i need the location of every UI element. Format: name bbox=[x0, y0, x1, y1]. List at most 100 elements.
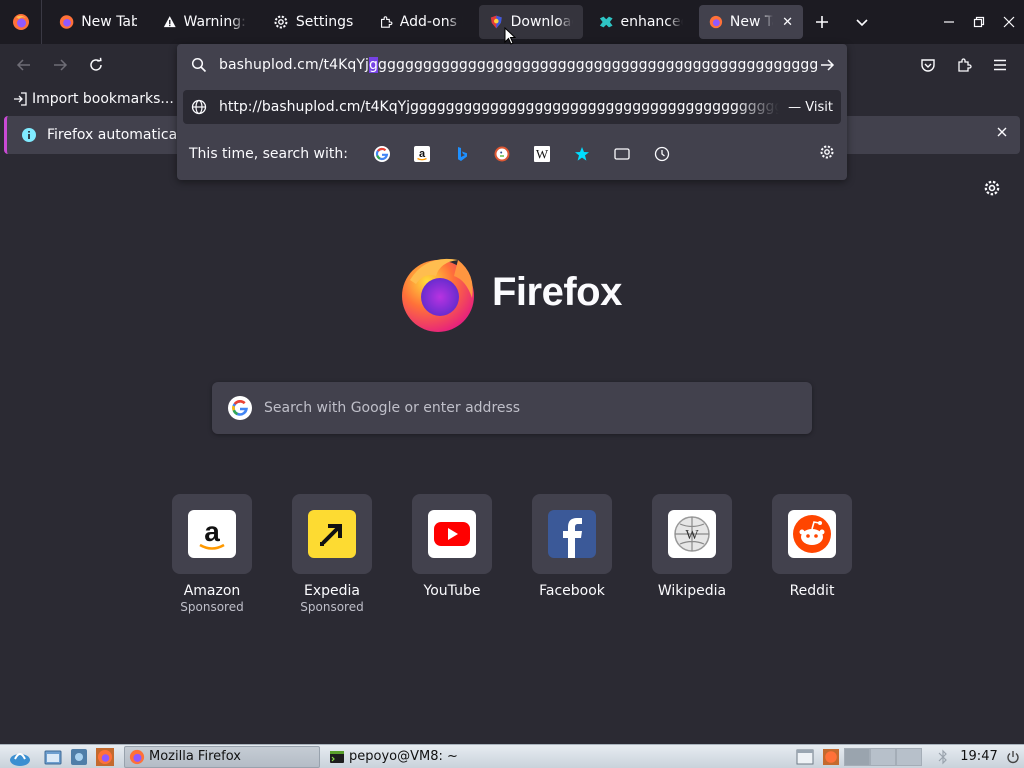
engine-wikipedia-button[interactable]: W bbox=[522, 141, 562, 167]
arrow-right-icon bbox=[821, 59, 835, 71]
forward-button[interactable] bbox=[44, 49, 76, 81]
gear-icon bbox=[274, 15, 288, 29]
firefox-icon bbox=[129, 749, 145, 764]
url-suggestion-row[interactable]: http://bashuplod.cm/t4KqYjgggggggggggggg… bbox=[183, 90, 841, 124]
top-site-wikipedia[interactable]: W Wikipedia bbox=[652, 494, 732, 614]
extensions-button[interactable] bbox=[948, 49, 980, 81]
engine-google-button[interactable] bbox=[362, 141, 402, 167]
file-manager-launcher[interactable] bbox=[40, 745, 66, 768]
tile-title: Facebook bbox=[539, 583, 605, 599]
firefox-view-button[interactable] bbox=[0, 0, 42, 44]
start-menu-button[interactable] bbox=[0, 745, 40, 768]
workspace-1[interactable] bbox=[844, 747, 870, 766]
forward-arrow-icon bbox=[54, 59, 68, 71]
network-icon bbox=[71, 748, 87, 765]
tab-downloads[interactable]: Downloac bbox=[479, 5, 583, 39]
task-firefox[interactable]: Mozilla Firefox bbox=[124, 745, 320, 768]
import-bookmarks-button[interactable]: Import bookmarks... bbox=[12, 91, 174, 107]
list-all-tabs-button[interactable] bbox=[846, 6, 878, 38]
restore-button[interactable] bbox=[964, 0, 994, 44]
info-icon bbox=[22, 128, 36, 142]
firefox-icon bbox=[823, 748, 839, 765]
tab-new-tab[interactable]: New Tab bbox=[49, 5, 147, 39]
workspace-3[interactable] bbox=[896, 747, 922, 766]
tile-box bbox=[292, 494, 372, 574]
top-site-facebook[interactable]: Facebook bbox=[532, 494, 612, 614]
tile-box: W bbox=[652, 494, 732, 574]
puzzle-icon bbox=[958, 58, 972, 72]
duckduckgo-icon bbox=[494, 146, 510, 162]
top-site-reddit[interactable]: Reddit bbox=[772, 494, 852, 614]
import-bookmarks-label: Import bookmarks... bbox=[32, 91, 174, 107]
system-tray: 19:47 bbox=[792, 745, 1024, 768]
wikipedia-icon: W bbox=[533, 146, 550, 162]
svg-text:a: a bbox=[204, 516, 220, 547]
window-controls bbox=[934, 0, 1024, 44]
url-input[interactable]: bashuplod.cm/t4KqYjggggggggggggggggggggg… bbox=[183, 48, 841, 82]
url-text-before: bashuplod.cm/t4KqYj bbox=[219, 57, 370, 73]
search-engines: a W bbox=[362, 141, 682, 167]
amazon-icon: a bbox=[413, 146, 430, 162]
new-tab-button[interactable] bbox=[806, 6, 838, 38]
tile-box bbox=[772, 494, 852, 574]
firefox-icon bbox=[709, 15, 723, 29]
back-button[interactable] bbox=[8, 49, 40, 81]
plus-icon bbox=[816, 16, 828, 28]
engine-amazon-button[interactable]: a bbox=[402, 141, 442, 167]
reload-icon bbox=[90, 57, 102, 71]
tile-sponsored-label: Sponsored bbox=[300, 600, 364, 614]
clock[interactable]: 19:47 bbox=[956, 749, 1002, 764]
newtab-settings-button[interactable] bbox=[983, 179, 1001, 197]
engine-bookmarks-button[interactable] bbox=[562, 141, 602, 167]
tray-firefox[interactable] bbox=[818, 745, 844, 768]
engine-history-button[interactable] bbox=[642, 141, 682, 167]
notification-close-button[interactable] bbox=[996, 126, 1008, 138]
search-icon bbox=[191, 57, 207, 73]
engine-bing-button[interactable] bbox=[442, 141, 482, 167]
svg-text:a: a bbox=[419, 148, 426, 160]
tab-settings[interactable]: Settings bbox=[263, 5, 363, 39]
task-terminal[interactable]: pepoyo@VM8: ~ bbox=[324, 746, 520, 768]
chevron-down-icon bbox=[856, 19, 868, 27]
go-button[interactable] bbox=[819, 57, 835, 73]
google-icon bbox=[373, 146, 390, 162]
reload-button[interactable] bbox=[80, 49, 112, 81]
pocket-button[interactable] bbox=[912, 49, 944, 81]
workspace-pager[interactable] bbox=[844, 747, 922, 766]
engine-tabs-button[interactable] bbox=[602, 141, 642, 167]
search-settings-button[interactable] bbox=[819, 144, 835, 160]
one-off-search-row: This time, search with: a W bbox=[189, 141, 835, 167]
top-site-expedia[interactable]: Expedia Sponsored bbox=[292, 494, 372, 614]
tab-new-tab-active[interactable]: New Ta ✕ bbox=[699, 5, 803, 39]
firefox-launcher[interactable] bbox=[92, 745, 118, 768]
close-window-button[interactable] bbox=[994, 0, 1024, 44]
newtab-search-input[interactable]: Search with Google or enter address bbox=[212, 382, 812, 434]
pocket-icon bbox=[921, 59, 935, 72]
globe-icon bbox=[191, 99, 207, 115]
task-label: pepoyo@VM8: ~ bbox=[349, 749, 458, 764]
minimize-button[interactable] bbox=[934, 0, 964, 44]
tile-box: a bbox=[172, 494, 252, 574]
tab-label: enhanced bbox=[620, 14, 683, 30]
bluetooth-tray[interactable] bbox=[930, 745, 956, 768]
top-site-youtube[interactable]: YouTube bbox=[412, 494, 492, 614]
desktop-launcher[interactable] bbox=[66, 745, 92, 768]
window-list-icon bbox=[796, 749, 814, 764]
tab-addons[interactable]: Add-ons M bbox=[369, 5, 473, 39]
search-with-label: This time, search with: bbox=[189, 146, 348, 162]
import-icon bbox=[14, 92, 27, 106]
top-site-amazon[interactable]: a Amazon Sponsored bbox=[172, 494, 252, 614]
show-desktop-button[interactable] bbox=[792, 745, 818, 768]
restore-icon bbox=[973, 16, 985, 28]
bing-icon bbox=[457, 147, 467, 161]
tile-title: Expedia bbox=[304, 583, 360, 599]
tab-enhanced[interactable]: enhanced bbox=[589, 5, 693, 39]
power-icon bbox=[1007, 750, 1019, 763]
workspace-2[interactable] bbox=[870, 747, 896, 766]
close-tab-icon[interactable]: ✕ bbox=[782, 15, 793, 30]
tab-warning[interactable]: Warning: P bbox=[153, 5, 257, 39]
engine-duckduckgo-button[interactable] bbox=[482, 141, 522, 167]
app-menu-button[interactable] bbox=[984, 49, 1016, 81]
expedia-icon bbox=[308, 510, 356, 558]
logout-button[interactable] bbox=[1002, 745, 1024, 768]
